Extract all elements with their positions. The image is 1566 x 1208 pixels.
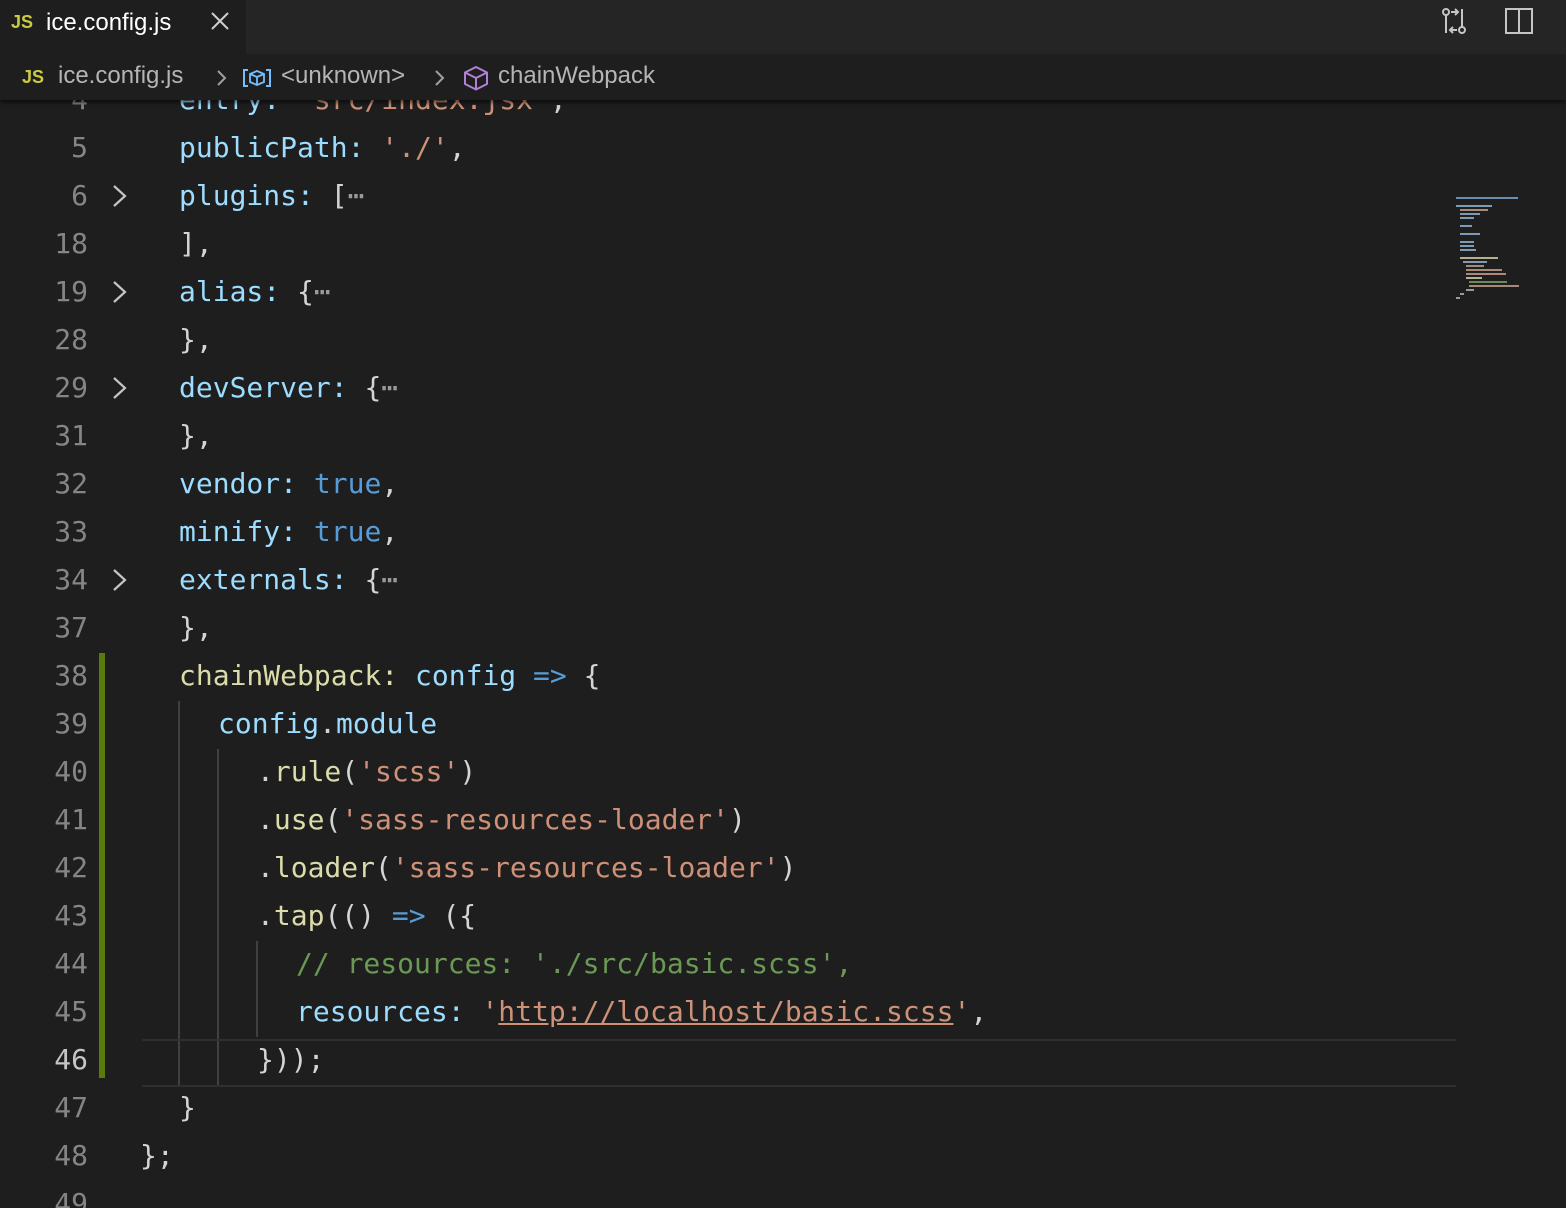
code-line: ], xyxy=(179,227,213,260)
variable-icon xyxy=(243,69,271,87)
line-number: 37 xyxy=(54,611,88,644)
line-number-active: 46 xyxy=(54,1043,88,1076)
breadcrumb-file[interactable]: ice.config.js xyxy=(58,62,183,90)
url-link[interactable]: http://localhost/basic.scss xyxy=(498,995,953,1028)
code-line: entry: 'src/index.jsx', xyxy=(179,100,567,124)
code-line-folded: alias: {⋯ xyxy=(179,275,331,308)
minimap[interactable] xyxy=(1452,197,1556,307)
code-line: resources: 'http://localhost/basic.scss'… xyxy=(296,995,988,1028)
code-line: config.module xyxy=(218,707,438,740)
fold-chevron-icon[interactable] xyxy=(108,566,132,594)
tab-label: ice.config.js xyxy=(46,9,172,36)
js-file-icon: JS xyxy=(22,67,45,87)
code-line: chainWebpack: config => { xyxy=(179,659,601,692)
line-number: 42 xyxy=(54,851,88,884)
indent-guide xyxy=(217,749,219,1085)
chevron-right-icon xyxy=(435,70,445,86)
line-number: 18 xyxy=(54,227,88,260)
code-line-folded: devServer: {⋯ xyxy=(179,371,399,404)
line-number: 47 xyxy=(54,1091,88,1124)
line-number: 45 xyxy=(54,995,88,1028)
code-line: minify: true, xyxy=(179,515,399,548)
code-line-active: })); xyxy=(257,1043,325,1076)
close-icon[interactable] xyxy=(207,6,233,36)
indent-guide xyxy=(178,701,180,1085)
cube-icon xyxy=(464,66,488,91)
fold-chevron-icon[interactable] xyxy=(108,374,132,402)
folded-ellipsis: ⋯ xyxy=(381,563,399,596)
line-number: 40 xyxy=(54,755,88,788)
indent-guide xyxy=(256,941,258,1037)
tab-bar: JS ice.config.js xyxy=(0,0,1566,54)
line-number: 39 xyxy=(54,707,88,740)
line-number: 43 xyxy=(54,899,88,932)
code-editor[interactable]: 4 5 6 18 19 28 29 31 32 33 34 37 38 39 4… xyxy=(0,100,1566,1208)
line-number: 19 xyxy=(54,275,88,308)
current-line-highlight xyxy=(142,1039,1456,1087)
line-number: 48 xyxy=(54,1139,88,1172)
line-number: 49 xyxy=(54,1187,88,1208)
code-line-folded: externals: {⋯ xyxy=(179,563,399,596)
fold-chevron-icon[interactable] xyxy=(108,182,132,210)
folded-ellipsis: ⋯ xyxy=(313,275,331,308)
code-line: }; xyxy=(140,1139,174,1172)
line-number: 29 xyxy=(54,371,88,404)
line-number: 34 xyxy=(54,563,88,596)
code-line: vendor: true, xyxy=(179,467,399,500)
code-line: .use('sass-resources-loader') xyxy=(257,803,746,836)
code-line: .rule('scss') xyxy=(257,755,477,788)
line-number: 5 xyxy=(71,131,88,164)
code-line: }, xyxy=(179,611,213,644)
line-number: 28 xyxy=(54,323,88,356)
code-line-folded: plugins: [⋯ xyxy=(179,179,365,212)
js-file-icon: JS xyxy=(11,12,34,32)
line-number: 4 xyxy=(0,100,88,124)
split-editor-icon[interactable] xyxy=(1503,5,1535,37)
line-number: 32 xyxy=(54,467,88,500)
line-number: 6 xyxy=(71,179,88,212)
code-line: .loader('sass-resources-loader') xyxy=(257,851,797,884)
line-number: 41 xyxy=(54,803,88,836)
modified-lines-gutter xyxy=(99,653,105,1078)
line-number: 31 xyxy=(54,419,88,452)
code-line: publicPath: './', xyxy=(179,131,466,164)
compare-changes-icon[interactable] xyxy=(1438,5,1470,37)
tab-ice-config[interactable]: JS ice.config.js xyxy=(0,0,246,54)
chevron-right-icon xyxy=(217,70,227,86)
code-line: }, xyxy=(179,419,213,452)
code-comment-line: // resources: './src/basic.scss', xyxy=(296,947,853,980)
folded-ellipsis: ⋯ xyxy=(381,371,399,404)
line-number: 38 xyxy=(54,659,88,692)
folded-ellipsis: ⋯ xyxy=(347,179,365,212)
line-number: 33 xyxy=(54,515,88,548)
code-line: } xyxy=(179,1091,196,1124)
code-line: }, xyxy=(179,323,213,356)
code-line: .tap(() => ({ xyxy=(257,899,477,932)
line-number: 44 xyxy=(54,947,88,980)
breadcrumb-symbol[interactable]: chainWebpack xyxy=(498,62,655,90)
breadcrumb: JS ice.config.js <unknown> chainWebpack xyxy=(0,54,1566,100)
breadcrumb-scope[interactable]: <unknown> xyxy=(281,62,405,90)
fold-chevron-icon[interactable] xyxy=(108,278,132,306)
